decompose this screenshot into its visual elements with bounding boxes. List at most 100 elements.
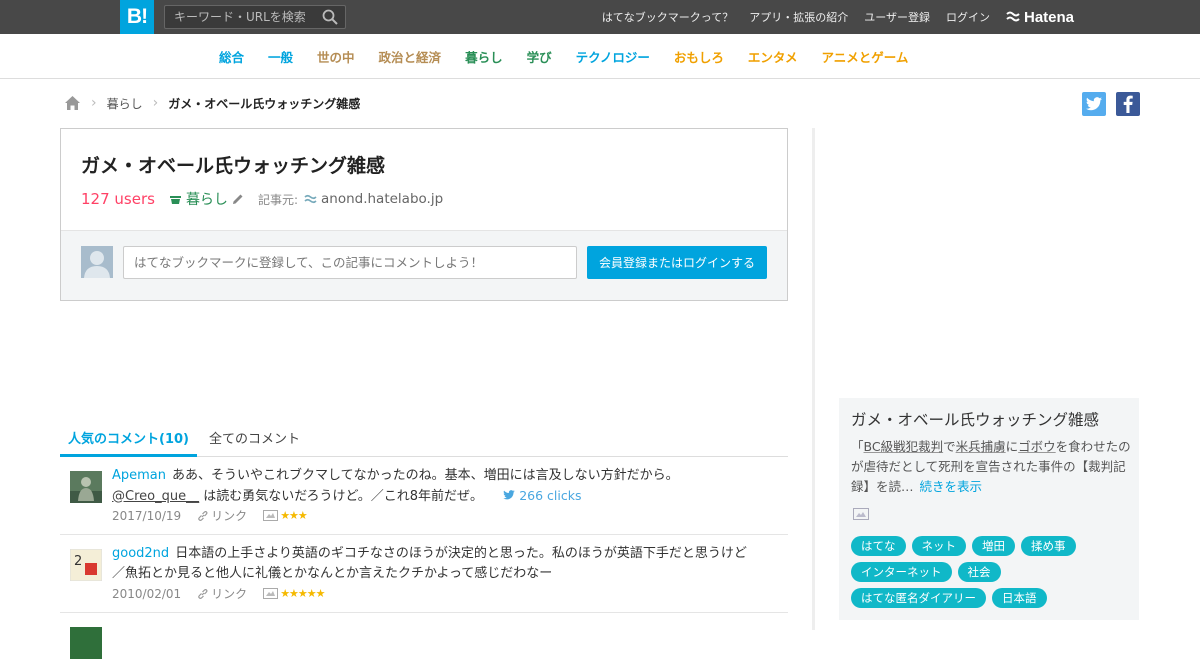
facebook-icon xyxy=(1123,95,1133,113)
tag-chip[interactable]: 増田 xyxy=(972,536,1015,556)
breadcrumb: › 暮らし › ガメ・オベール氏ウォッチング雑感 xyxy=(64,94,360,112)
tag-chip[interactable]: はてな xyxy=(851,536,906,556)
top-nav: はてなブックマークって？ アプリ・拡張の紹介 ユーザー登録 ログイン xyxy=(602,0,990,34)
user-avatar[interactable] xyxy=(70,471,102,503)
category-tab[interactable]: 学び xyxy=(527,47,552,66)
category-tab[interactable]: テクノロジー xyxy=(576,47,650,66)
keyword-link[interactable]: 米兵捕虜 xyxy=(956,439,1006,454)
apps-link[interactable]: アプリ・拡張の紹介 xyxy=(749,9,848,25)
hatena-bookmark-logo[interactable]: B! xyxy=(120,0,154,34)
breadcrumb-category[interactable]: 暮らし xyxy=(107,95,143,112)
keyword-link[interactable]: BC級戦犯裁判 xyxy=(864,439,944,454)
column-divider xyxy=(812,128,815,630)
entry-box: ガメ・オベール氏ウォッチング雑感 127 users 暮らし 記事元: anon… xyxy=(60,128,788,301)
twitter-bird-icon xyxy=(503,489,515,499)
excerpt-text: に xyxy=(1005,439,1019,454)
category-tab[interactable]: 暮らし xyxy=(465,47,503,66)
sidebar-title[interactable]: ガメ・オベール氏ウォッチング雑感 xyxy=(851,408,1099,430)
twitter-clicks-count: 266 clicks xyxy=(519,487,582,503)
tag-chip[interactable]: 揉め事 xyxy=(1021,536,1076,556)
comment-text: ああ、そういやこれブクマしてなかったのね。基本、増田には言及しない方針だから。 xyxy=(172,468,679,483)
twitter-share-button[interactable] xyxy=(1082,92,1106,116)
excerpt-text: で xyxy=(943,439,956,454)
comment-username[interactable]: good2nd xyxy=(112,546,169,561)
user-avatar[interactable]: 2 xyxy=(70,549,102,581)
entry-source-domain: anond.hatelabo.jp xyxy=(320,191,444,207)
show-more-link[interactable]: 続きを表示 xyxy=(920,479,983,494)
register-link[interactable]: ユーザー登録 xyxy=(864,9,930,25)
user-avatar[interactable] xyxy=(70,627,102,659)
breadcrumb-current: ガメ・オベール氏ウォッチング雑感 xyxy=(168,96,361,111)
category-tab[interactable]: エンタメ xyxy=(748,47,798,66)
sidebar-entry-summary: ガメ・オベール氏ウォッチング雑感 「BC級戦犯裁判で米兵捕虜にゴボウを食わせたの… xyxy=(839,398,1139,620)
category-tab[interactable]: 世の中 xyxy=(317,47,355,66)
comment-input[interactable] xyxy=(123,246,577,279)
comment-footer: 2010/02/01 リンク ★★★★★ xyxy=(112,585,326,602)
tab-all-comments[interactable]: 全てのコメント xyxy=(209,428,300,447)
comment-link[interactable]: リンク xyxy=(197,585,247,602)
star-rating[interactable]: ★★★★★ xyxy=(280,587,325,600)
comment-date[interactable]: 2017/10/19 xyxy=(112,509,181,523)
source-label: 記事元: xyxy=(257,192,298,207)
comment-row-partial xyxy=(60,613,788,659)
comment-text: 日本語の上手さより英語のギコチなさのほうが決定的と思った。私のほうが英語下手だと… xyxy=(112,546,747,581)
facebook-share-button[interactable] xyxy=(1116,92,1140,116)
hatena-anond-icon xyxy=(304,194,317,204)
comment-username[interactable]: Apeman xyxy=(112,468,166,483)
tag-chip[interactable]: 日本語 xyxy=(992,588,1047,608)
category-tab[interactable]: 政治と経済 xyxy=(379,47,442,66)
tab-popular-comments[interactable]: 人気のコメント(10) xyxy=(60,428,197,457)
link-icon xyxy=(198,588,208,599)
category-tab[interactable]: 総合 xyxy=(219,47,244,66)
image-icon[interactable] xyxy=(853,508,869,520)
search-input[interactable] xyxy=(165,6,315,28)
star-rating[interactable]: ★★★ xyxy=(280,509,308,522)
user-silhouette-icon xyxy=(84,251,110,278)
sidebar-excerpt: 「BC級戦犯裁判で米兵捕虜にゴボウを食わせたのが虐待だとして死刑を宣告された事件… xyxy=(851,437,1131,497)
tag-chip[interactable]: インターネット xyxy=(851,562,952,582)
comment-row: Apeman ああ、そういやこれブクマしてなかったのね。基本、増田には言及しない方… xyxy=(60,457,788,535)
tag-chip[interactable]: ネット xyxy=(911,536,966,556)
keyword-link[interactable]: ゴボウ xyxy=(1018,439,1056,454)
tag-chip[interactable]: はてな匿名ダイアリー xyxy=(851,588,986,608)
register-or-login-button[interactable]: 会員登録またはログインする xyxy=(587,246,767,279)
twitter-icon xyxy=(1086,97,1102,111)
hatena-logo[interactable]: Hatena xyxy=(1006,0,1074,34)
category-nav: 総合 一般 世の中 政治と経済 暮らし 学び テクノロジー おもしろ エンタメ アニメとゲーム xyxy=(0,34,1200,79)
comment-mention[interactable]: @Creo_que__ xyxy=(112,489,199,504)
comment-link-label: リンク xyxy=(211,509,248,523)
comment-text-continued: は読む勇気ないだろうけど。／これ8年前だぜ。 xyxy=(203,488,484,504)
tag-chip[interactable]: 社会 xyxy=(957,562,1001,582)
chevron-right-icon: › xyxy=(91,95,97,111)
entry-meta: 127 users 暮らし 記事元: anond.hatelabo.jp xyxy=(81,189,443,209)
search-icon[interactable] xyxy=(322,9,338,25)
user-avatar-placeholder xyxy=(81,246,113,278)
about-link[interactable]: はてなブックマークって？ xyxy=(602,9,733,25)
entry-title[interactable]: ガメ・オベール氏ウォッチング雑感 xyxy=(81,151,385,178)
add-star-icon[interactable] xyxy=(263,510,279,521)
svg-text:2: 2 xyxy=(74,554,82,569)
category-tab[interactable]: アニメとゲーム xyxy=(822,47,909,66)
twitter-clicks[interactable]: 266 clicks xyxy=(503,488,581,503)
excerpt-text: 「 xyxy=(851,439,864,454)
link-icon xyxy=(198,510,208,521)
chevron-right-icon: › xyxy=(152,95,159,111)
comment-date[interactable]: 2010/02/01 xyxy=(112,587,181,601)
comment-tabs: 人気のコメント(10) 全てのコメント xyxy=(60,420,788,457)
comment-body: good2nd 日本語の上手さより英語のギコチなさのほうが決定的と思った。私のほう… xyxy=(112,544,752,583)
tag-list: はてな ネット 増田 揉め事インターネット 社会はてな匿名ダイアリー 日本語 xyxy=(851,536,1121,608)
add-star-icon[interactable] xyxy=(263,588,279,599)
entry-source[interactable]: anond.hatelabo.jp xyxy=(304,191,443,207)
comment-bar: 会員登録またはログインする xyxy=(61,230,787,300)
hatena-mark-icon xyxy=(1006,11,1020,22)
login-link[interactable]: ログイン xyxy=(946,9,990,25)
top-bar: B! はてなブックマークって？ アプリ・拡張の紹介 ユーザー登録 ログイン Ha… xyxy=(0,0,1200,34)
pencil-icon[interactable] xyxy=(232,193,244,205)
category-tab[interactable]: 一般 xyxy=(268,47,293,66)
category-tab[interactable]: おもしろ xyxy=(674,47,724,66)
comment-link[interactable]: リンク xyxy=(197,507,247,524)
hatena-logo-text: Hatena xyxy=(1024,8,1075,26)
home-icon[interactable] xyxy=(64,95,81,111)
entry-category[interactable]: 暮らし xyxy=(169,189,244,209)
bookmark-users-count[interactable]: 127 users xyxy=(81,190,155,208)
